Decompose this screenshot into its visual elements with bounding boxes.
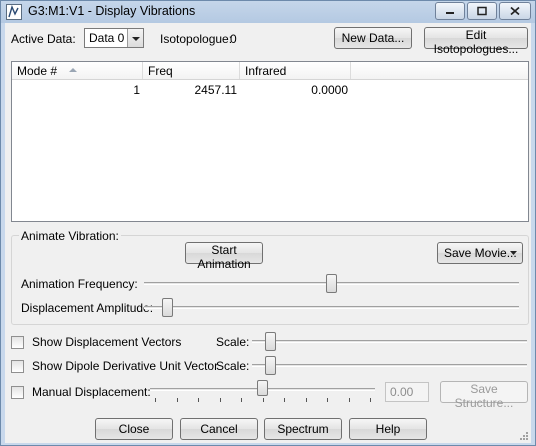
cell-infrared: 0.0000 — [311, 83, 348, 97]
dipole-scale-label: Scale: — [216, 359, 250, 373]
dropdown-arrow-icon — [510, 251, 517, 255]
vectors-scale-label: Scale: — [216, 335, 250, 349]
table-header: Mode # Freq Infrared — [12, 62, 528, 80]
isotopologue-label: Isotopologue: — [160, 32, 233, 46]
slider-thumb[interactable] — [257, 380, 268, 396]
slider-tick — [348, 398, 350, 402]
manual-displacement-label[interactable]: Manual Displacement: — [32, 385, 151, 399]
save-structure-button[interactable]: Save Structure... — [440, 381, 528, 410]
close-window-button[interactable] — [499, 2, 531, 20]
help-button[interactable]: Help — [349, 418, 427, 440]
active-data-label: Active Data: — [11, 32, 76, 46]
show-displacement-vectors-label[interactable]: Show Displacement Vectors — [32, 335, 181, 349]
sort-ascending-icon — [69, 68, 77, 72]
display-vibrations-window: G3:M1:V1 - Display Vibrations Active Dat… — [0, 0, 536, 446]
displacement-amplitude-label: Displacement Amplitude: — [21, 301, 154, 315]
show-dipole-derivative-checkbox[interactable] — [11, 360, 24, 373]
cell-mode: 1 — [133, 83, 140, 97]
minimize-icon — [446, 12, 454, 14]
resize-grip-icon[interactable] — [519, 431, 529, 441]
maximize-icon — [477, 6, 487, 16]
spectrum-button[interactable]: Spectrum — [264, 418, 342, 440]
app-icon — [6, 4, 22, 20]
cell-freq: 2457.11 — [194, 83, 238, 97]
slider-tick — [327, 398, 328, 402]
manual-displacement-value[interactable]: 0.00 — [385, 382, 429, 402]
dialog-body: Active Data: Data 0 Isotopologue: 0 New … — [5, 23, 531, 443]
animation-frequency-label: Animation Frequency: — [21, 277, 138, 291]
active-data-value: Data 0 — [89, 31, 125, 45]
save-movie-button[interactable]: Save Movie... — [437, 242, 523, 264]
slider-tick — [370, 398, 371, 402]
slider-tick — [284, 398, 285, 402]
slider-thumb[interactable] — [265, 356, 277, 375]
column-header-mode[interactable]: Mode # — [12, 62, 143, 79]
slider-tick — [262, 398, 264, 402]
slider-tick — [305, 398, 307, 402]
slider-thumb[interactable] — [326, 274, 337, 293]
column-header-infrared[interactable]: Infrared — [240, 62, 351, 79]
chevron-down-icon — [127, 29, 143, 47]
slider-thumb[interactable] — [265, 332, 277, 351]
show-displacement-vectors-checkbox[interactable] — [11, 336, 24, 349]
show-dipole-derivative-label[interactable]: Show Dipole Derivative Unit Vector — [32, 359, 218, 373]
column-header-freq[interactable]: Freq — [143, 62, 240, 79]
modes-table[interactable]: Mode # Freq Infrared 1 2457.11 0.0000 — [11, 61, 529, 222]
close-button[interactable]: Close — [95, 418, 173, 440]
edit-isotopologues-button[interactable]: Edit Isotopologues... — [424, 27, 528, 56]
slider-tick — [241, 398, 242, 402]
slider-tick — [198, 398, 199, 402]
minimize-button[interactable] — [435, 2, 465, 20]
slider-tick — [219, 398, 221, 402]
slider-tick — [155, 398, 156, 402]
active-data-select[interactable]: Data 0 — [84, 28, 144, 48]
animate-vibration-title: Animate Vibration: — [19, 229, 121, 243]
isotopologue-value: 0 — [230, 32, 237, 46]
cancel-button[interactable]: Cancel — [180, 418, 258, 440]
save-movie-label: Save Movie... — [444, 246, 517, 260]
window-title: G3:M1:V1 - Display Vibrations — [28, 4, 196, 18]
slider-thumb[interactable] — [162, 298, 174, 317]
title-bar[interactable]: G3:M1:V1 - Display Vibrations — [1, 1, 535, 23]
slider-tick — [176, 398, 178, 402]
manual-displacement-checkbox[interactable] — [11, 386, 24, 399]
start-animation-button[interactable]: Start Animation — [185, 242, 263, 271]
new-data-button[interactable]: New Data... — [334, 27, 412, 49]
close-icon — [510, 6, 520, 16]
maximize-button[interactable] — [467, 2, 497, 20]
